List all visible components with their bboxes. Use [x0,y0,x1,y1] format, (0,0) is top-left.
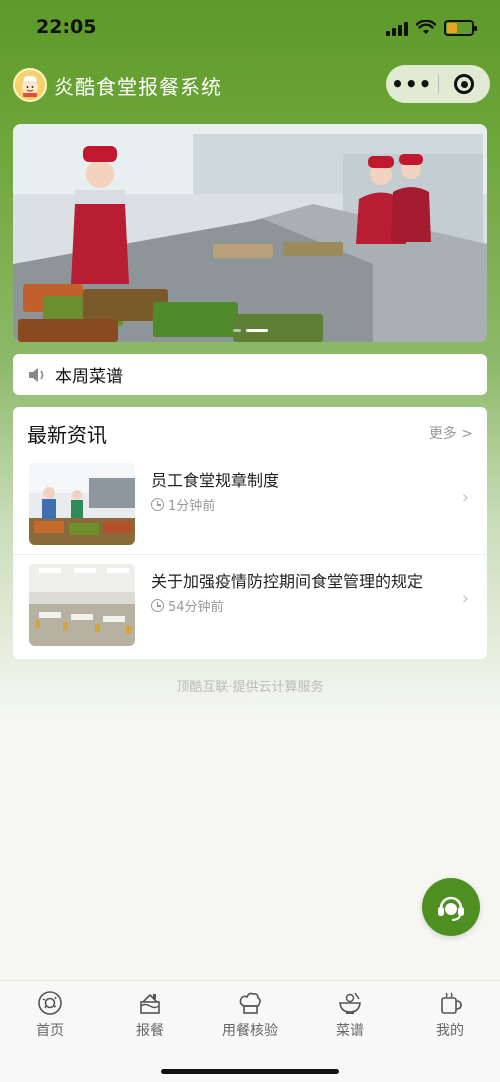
news-item-time-text: 1分钟前 [168,499,216,514]
weekly-menu-notice[interactable]: 本周菜谱 [13,354,487,395]
news-item-title: 员工食堂规章制度 [151,471,280,490]
speaker-icon [29,367,44,382]
more-news-link[interactable]: 更多 > [429,423,473,443]
canteen-photo [13,124,487,342]
chevron-right-icon: › [461,588,469,609]
tab-label: 用餐核验 [222,1023,278,1039]
bottom-tab-bar: 首页 报餐 用餐核验 菜谱 我的 [0,980,500,1082]
chef-logo-icon [13,68,47,102]
tab-home[interactable]: 首页 [0,989,100,1040]
tab-menu[interactable]: 菜谱 [300,989,400,1040]
customer-service-button[interactable] [422,878,480,936]
latest-news-card: 最新资讯 更多 > 员工食堂规章制度 1分钟前 › 关于加强疫情防控期间食堂管理… [13,407,487,659]
tab-label: 首页 [36,1023,64,1039]
tab-label: 报餐 [136,1023,164,1039]
chevron-right-icon: › [461,487,469,508]
tab-label: 菜谱 [336,1023,364,1039]
carousel-dot [232,329,241,332]
tab-label: 我的 [436,1023,464,1039]
app-title: 炎酷食堂报餐系统 [54,75,222,99]
home-indicator[interactable] [161,1069,339,1074]
news-item-time: 54分钟前 [151,596,224,615]
news-thumbnail [29,463,135,545]
battery-icon [444,20,477,36]
chef-hat-icon [200,989,300,1017]
news-item[interactable]: 关于加强疫情防控期间食堂管理的规定 54分钟前 › [13,556,487,656]
signal-icon [386,20,408,36]
news-header: 最新资讯 更多 > [27,419,473,449]
status-bar: 22:05 [0,0,500,58]
donut-icon [0,989,100,1017]
mini-program-capsule: ••• [386,65,490,103]
status-time: 22:05 [36,16,97,38]
carousel-dot-active [245,329,268,332]
banner-carousel[interactable] [13,124,487,342]
tab-order-meal[interactable]: 报餐 [100,989,200,1040]
news-item-time: 1分钟前 [151,495,215,514]
news-section-title: 最新资讯 [27,423,107,447]
clock-icon [151,498,164,511]
bowl-icon [300,989,400,1017]
tab-meal-verify[interactable]: 用餐核验 [200,989,300,1040]
cake-icon [100,989,200,1017]
carousel-indicator [13,329,487,332]
news-item[interactable]: 员工食堂规章制度 1分钟前 › [13,455,487,555]
footer-credit: 顶酷互联·提供云计算服务 [176,680,324,695]
notice-text: 本周菜谱 [55,367,123,387]
target-icon [454,74,475,94]
nav-bar: 炎酷食堂报餐系统 ••• [0,58,500,114]
wifi-icon [416,20,436,34]
clock-icon [151,599,164,612]
tab-profile[interactable]: 我的 [400,989,500,1040]
news-item-title: 关于加强疫情防控期间食堂管理的规定 [151,572,424,591]
close-mini-program-button[interactable] [438,74,490,94]
more-options-button[interactable]: ••• [386,72,438,96]
headset-icon [438,896,464,921]
cup-icon [400,989,500,1017]
news-thumbnail [29,564,135,646]
status-icons [386,20,477,36]
news-item-time-text: 54分钟前 [168,600,224,615]
